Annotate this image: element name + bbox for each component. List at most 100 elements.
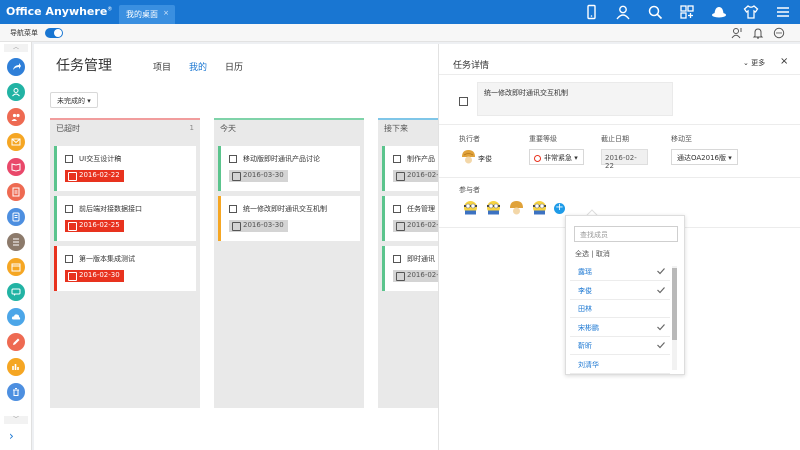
executor-avatar[interactable] — [461, 149, 476, 164]
member-name: 宋彬鹏 — [578, 323, 599, 332]
task-title: 前后端对接数据接口 — [79, 205, 142, 213]
participant-avatar[interactable] — [486, 200, 501, 215]
mobile-icon[interactable] — [583, 4, 599, 20]
member-item[interactable]: 刘清华 — [570, 356, 670, 374]
sidebar-item-contact[interactable] — [7, 83, 25, 101]
due-date-label: 截止日期 — [601, 135, 629, 143]
sidebar-item-trash[interactable] — [7, 383, 25, 401]
sidebar-item-edit[interactable] — [7, 333, 25, 351]
sidebar-item-cloud[interactable] — [7, 308, 25, 326]
member-item[interactable]: 露瑶 — [570, 263, 670, 281]
participants-label: 参与者 — [459, 186, 480, 194]
column-title: 接下来 — [384, 124, 408, 133]
sidebar-item-doc[interactable] — [7, 183, 25, 201]
member-name: 靳昕 — [578, 342, 592, 350]
priority-label: 重要等级 — [529, 135, 557, 143]
share-icon — [13, 63, 21, 70]
chat-icon[interactable] — [773, 27, 785, 39]
nav-menu-toggle[interactable] — [45, 28, 63, 38]
sidebar-expand-icon[interactable]: › — [9, 429, 14, 443]
member-item[interactable]: 李俊 — [570, 282, 670, 300]
menu-icon[interactable] — [775, 4, 791, 20]
task-title: 任务管理 — [407, 205, 435, 213]
task-card[interactable]: 移动版即时通讯产品讨论 2016-03-30 — [218, 146, 360, 191]
move-to-dropdown[interactable]: 通达OA2016版 ▾ — [671, 149, 738, 165]
select-all-link[interactable]: 全选 — [575, 250, 589, 258]
apps-icon[interactable] — [679, 4, 695, 20]
status-filter-dropdown[interactable]: 未完成的 ▾ — [50, 92, 98, 108]
task-checkbox[interactable] — [393, 155, 401, 163]
task-checkbox[interactable] — [393, 255, 401, 263]
tab-calendar[interactable]: 日历 — [225, 60, 243, 73]
column-count: 1 — [189, 124, 194, 132]
task-card[interactable]: UI交互设计稿 2016-02-22 — [54, 146, 196, 191]
app-logo[interactable]: Office Anywhere® — [6, 5, 112, 18]
task-checkbox[interactable] — [65, 205, 73, 213]
sidebar-item-people[interactable] — [7, 108, 25, 126]
member-item[interactable]: 靳昕 — [570, 337, 670, 355]
tab-close-button[interactable]: × — [163, 9, 169, 17]
scrollbar-thumb[interactable] — [672, 268, 677, 340]
task-checkbox[interactable] — [393, 205, 401, 213]
app-title: Office Anywhere — [6, 5, 108, 18]
task-complete-checkbox[interactable] — [459, 97, 468, 106]
list-icon — [13, 238, 19, 246]
priority-dropdown[interactable]: 非常紧急 ▾ — [529, 149, 584, 165]
chart-icon — [12, 364, 19, 370]
search-icon[interactable] — [647, 4, 663, 20]
task-card[interactable]: 前后端对接数据接口 2016-02-25 — [54, 196, 196, 241]
column-title: 已超时 — [56, 124, 80, 133]
task-card[interactable]: 统一修改即时通讯交互机制 2016-03-30 — [218, 196, 360, 241]
contacts-icon[interactable] — [731, 27, 743, 39]
tab-mine[interactable]: 我的 — [189, 60, 207, 73]
due-date-field[interactable]: 2016-02-22 — [601, 149, 648, 170]
task-title-field[interactable]: 统一修改即时通讯交互机制 — [477, 82, 673, 116]
sidebar-item-notes[interactable] — [7, 208, 25, 226]
participant-avatar[interactable] — [532, 200, 547, 215]
column-header: 已超时 1 — [50, 120, 200, 136]
task-checkbox[interactable] — [229, 205, 237, 213]
hat-icon[interactable] — [711, 4, 727, 20]
checkmark-icon — [656, 322, 666, 334]
sidebar-item-chat[interactable] — [7, 283, 25, 301]
sidebar-item-mail[interactable] — [7, 133, 25, 151]
trash-icon — [13, 388, 19, 396]
sidebar-item-chart[interactable] — [7, 358, 25, 376]
bell-icon[interactable] — [752, 27, 764, 39]
due-date-badge: 2016-02-22 — [65, 170, 124, 182]
member-item[interactable]: 宋彬鹏 — [570, 319, 670, 337]
task-checkbox[interactable] — [229, 155, 237, 163]
top-bar: Office Anywhere® 我的桌面 × — [0, 0, 800, 24]
priority-value: 非常紧急 — [544, 154, 572, 162]
book-icon — [11, 163, 21, 172]
user-icon[interactable] — [615, 4, 631, 20]
sidebar-item-calendar[interactable] — [7, 258, 25, 276]
sidebar-item-share[interactable] — [7, 58, 25, 76]
member-search-input[interactable]: 查找成员 — [574, 226, 678, 242]
task-checkbox[interactable] — [65, 155, 73, 163]
tab-label: 我的桌面 — [126, 10, 158, 19]
add-participant-button[interactable]: + — [554, 203, 565, 214]
sidebar-item-list[interactable] — [7, 233, 25, 251]
chevron-down-icon: ⌄ — [743, 59, 749, 67]
move-to-label: 移动至 — [671, 135, 692, 143]
member-item[interactable]: 田林 — [570, 300, 670, 318]
participant-avatar[interactable] — [463, 200, 478, 215]
due-date-badge: 2016-03-30 — [229, 220, 288, 232]
shirt-icon[interactable] — [743, 4, 759, 20]
tab-projects[interactable]: 项目 — [153, 60, 171, 73]
sidebar-scroll-up-icon[interactable]: ︿ — [4, 44, 28, 52]
participant-avatar[interactable] — [509, 200, 524, 215]
close-icon[interactable]: × — [780, 56, 788, 67]
sidebar-scroll-down-icon[interactable]: ﹀ — [4, 416, 28, 424]
task-card[interactable]: 第一版本集成测试 2016-02-30 — [54, 246, 196, 291]
task-column: 今天 移动版即时通讯产品讨论 2016-03-30 统一修改即时通讯交互机制 2016-… — [214, 118, 364, 408]
cancel-link[interactable]: 取消 — [596, 250, 610, 258]
more-button[interactable]: ⌄ 更多 — [743, 58, 765, 68]
tab-my-desktop[interactable]: 我的桌面 × — [119, 5, 175, 24]
doc-icon — [12, 187, 20, 197]
checkmark-icon — [656, 285, 666, 297]
task-checkbox[interactable] — [65, 255, 73, 263]
sidebar-item-book[interactable] — [7, 158, 25, 176]
executor-label: 执行者 — [459, 135, 480, 143]
